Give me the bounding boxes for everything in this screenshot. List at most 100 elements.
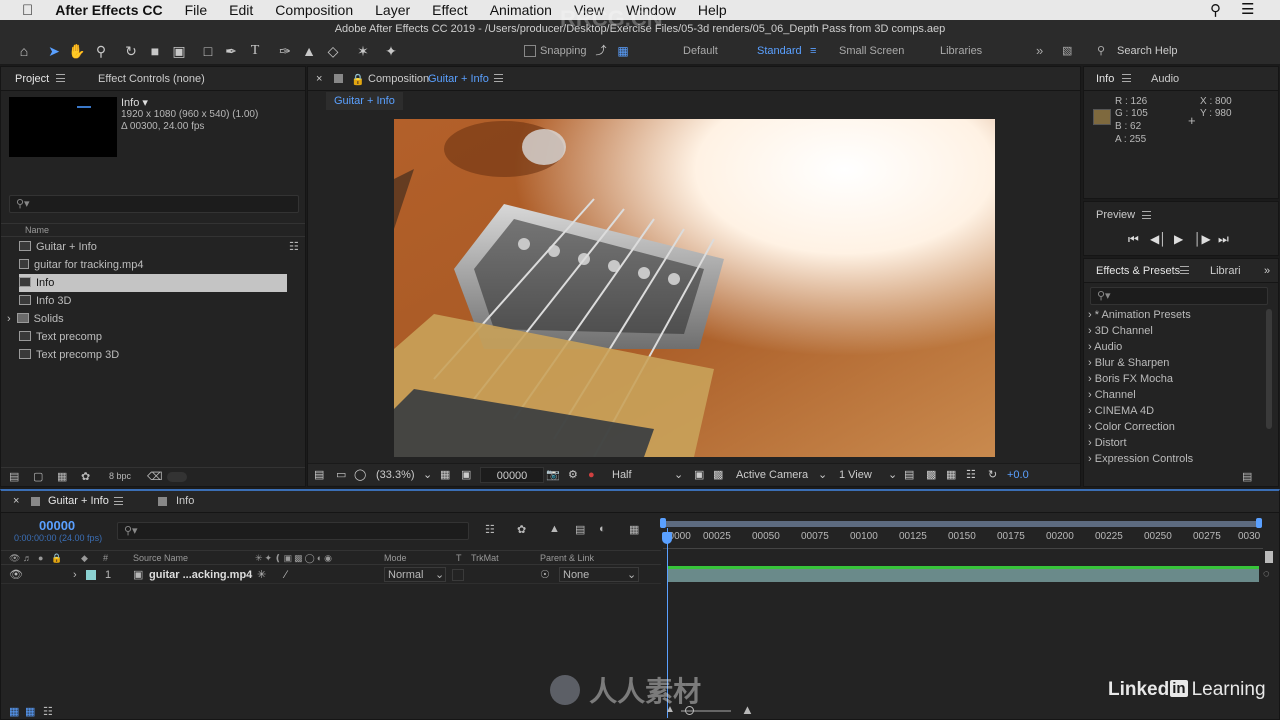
layer-mode-chevron-icon[interactable]: ⌄ (435, 566, 444, 584)
effect-category[interactable]: › 3D Channel (1088, 323, 1153, 339)
trash-icon[interactable]: ⌫ (147, 470, 163, 483)
resolution-chevron-icon[interactable]: ⌄ (674, 467, 683, 483)
transparency-grid-icon[interactable]: ▩ (713, 467, 723, 483)
last-frame-icon[interactable]: ⏭ (1218, 232, 1229, 247)
flowchart-icon[interactable]: ☷ (289, 240, 299, 253)
reset-exposure-icon[interactable]: ↻ (988, 467, 997, 483)
comp-breadcrumb[interactable]: Guitar + Info (326, 92, 403, 110)
spotlight-search-icon[interactable]: ⚲ (1210, 1, 1221, 19)
flowchart-view-icon[interactable]: ☷ (966, 467, 976, 483)
playhead-handle[interactable] (662, 532, 672, 544)
rotate-tool-icon[interactable]: ↻ (122, 42, 140, 60)
preview-title[interactable]: Preview (1096, 209, 1135, 221)
lock-toggle-icon[interactable]: 🔒 (51, 551, 62, 565)
effect-category[interactable]: › CINEMA 4D (1088, 403, 1154, 419)
puppet-tool-icon[interactable]: ✦ (382, 42, 400, 60)
more-tabs-icon[interactable]: » (1264, 265, 1270, 277)
resolution-dropdown[interactable]: Half (612, 467, 632, 483)
effect-category[interactable]: › Audio (1088, 339, 1122, 355)
tab-libraries[interactable]: Librari (1210, 265, 1241, 277)
time-ruler[interactable]: 00000 00025 00050 00075 00100 00125 0015… (663, 529, 1263, 549)
work-area-bar[interactable] (663, 521, 1260, 527)
project-item[interactable]: Text precomp (19, 328, 287, 346)
play-icon[interactable]: ▶ (1174, 232, 1183, 246)
t-column[interactable]: T (456, 551, 462, 565)
fast-previews-icon[interactable]: ▣ (694, 467, 704, 483)
new-folder-icon[interactable]: ▢ (33, 470, 43, 483)
layer-label-color[interactable] (86, 570, 96, 580)
layer-collapse-switch-icon[interactable]: ✳ (257, 566, 266, 584)
timeline-tab-info[interactable]: Info (176, 495, 194, 507)
layer-quality-switch-icon[interactable]: ∕ (285, 566, 287, 584)
first-frame-icon[interactable]: ⏮ (1128, 232, 1139, 247)
zoom-in-icon[interactable]: ▲ (741, 702, 754, 717)
effect-category[interactable]: › Color Correction (1088, 419, 1175, 435)
effect-category[interactable]: › * Animation Presets (1088, 307, 1191, 323)
next-frame-icon[interactable]: │▶ (1194, 232, 1211, 246)
snap-options-icon[interactable]: ⤴ (592, 42, 610, 60)
search-help-icon[interactable]: ⚲ (1097, 42, 1105, 60)
app-menu[interactable]: After Effects CC (44, 2, 173, 18)
effect-category[interactable]: › Distort (1088, 435, 1127, 451)
frame-blending-icon[interactable]: ▤ (575, 523, 585, 536)
zoom-chevron-icon[interactable]: ⌄ (423, 467, 432, 483)
new-preset-icon[interactable]: ▤ (1242, 470, 1252, 483)
brush-tool-icon[interactable]: ✑ (276, 42, 294, 60)
effect-category[interactable]: › Channel (1088, 387, 1136, 403)
project-item-selected[interactable]: Info (19, 274, 287, 292)
layer-switches-toggle-icon[interactable]: ▦ (9, 705, 19, 718)
adjust-settings-icon[interactable]: ✿ (81, 470, 90, 483)
zoom-dropdown[interactable]: (33.3%) (376, 467, 415, 483)
bpc-label[interactable]: 8 bpc (109, 471, 131, 481)
selection-tool-icon[interactable]: ➤ (45, 42, 63, 60)
effects-menu-icon[interactable] (1180, 266, 1189, 274)
mode-column[interactable]: Mode (384, 551, 407, 565)
camera-chevron-icon[interactable]: ⌄ (818, 467, 827, 483)
effects-search-input[interactable]: ⚲▾ (1090, 287, 1268, 305)
home-icon[interactable]: ⌂ (15, 42, 33, 60)
comp-tab-name[interactable]: Guitar + Info (428, 73, 489, 85)
layer-name[interactable]: guitar ...acking.mp4 (149, 566, 252, 584)
trkmat-box[interactable] (452, 569, 464, 581)
timeline-timecode[interactable]: 00000 (39, 518, 75, 533)
workspace-small-screen[interactable]: Small Screen (839, 42, 904, 60)
timeline-link-icon[interactable]: ▦ (946, 467, 956, 483)
layer-expand-icon[interactable]: › (73, 566, 77, 584)
rectangle-tool-icon[interactable]: □ (199, 42, 217, 60)
mask-visibility-icon[interactable]: ◯ (354, 467, 366, 483)
lock-icon[interactable]: 🔒 (351, 73, 365, 86)
menu-help[interactable]: Help (687, 2, 738, 18)
snapping-checkbox[interactable] (524, 45, 536, 57)
comp-mini-flowchart-icon[interactable]: ☷ (485, 523, 495, 536)
preview-name[interactable]: Info ▾ (121, 96, 148, 109)
eraser-tool-icon[interactable]: ◇ (324, 42, 342, 60)
fast-preview-toggle-icon[interactable]: ▩ (926, 467, 936, 483)
parent-link-column[interactable]: Parent & Link (540, 551, 594, 565)
workspace-libraries[interactable]: Libraries (940, 42, 982, 60)
source-name-column[interactable]: Source Name (133, 551, 188, 565)
clone-stamp-tool-icon[interactable]: ▲ (300, 42, 318, 60)
comp-end-marker[interactable] (1265, 551, 1273, 563)
motion-blur-icon[interactable]: ◐ (599, 523, 606, 535)
layer-row[interactable]: 👁 › 1 ▣ guitar ...acking.mp4 ✳ ∕ Normal … (1, 566, 661, 584)
interpret-footage-icon[interactable]: ▤ (9, 470, 19, 483)
effect-category[interactable]: › Expression Controls (1088, 451, 1193, 467)
timeline-search-input[interactable]: ⚲▾ (117, 522, 469, 540)
sync-settings-icon[interactable]: ▧ (1062, 42, 1072, 60)
show-snapshot-icon[interactable]: ⚙ (568, 467, 578, 483)
viewer-timecode[interactable]: 00000 (480, 467, 544, 483)
comp-menu-icon[interactable] (494, 74, 503, 82)
toggle-pixel-aspect-icon[interactable]: ▤ (904, 467, 914, 483)
snapshot-icon[interactable]: 📷 (546, 467, 560, 483)
project-menu-icon[interactable] (56, 74, 65, 82)
project-search-input[interactable]: ⚲▾ (9, 195, 299, 213)
workspace-standard[interactable]: Standard (757, 42, 802, 60)
project-item[interactable]: Info 3D (19, 292, 287, 310)
menu-file[interactable]: File (174, 2, 219, 18)
layer-duration-bar[interactable] (668, 566, 1259, 582)
video-toggle-icon[interactable]: 👁 (9, 551, 20, 565)
views-dropdown[interactable]: 1 View (839, 467, 872, 483)
menu-layer[interactable]: Layer (364, 2, 421, 18)
layer-out-point-icon[interactable]: ◌ (1263, 568, 1270, 580)
timeline-menu-icon[interactable] (114, 497, 123, 505)
